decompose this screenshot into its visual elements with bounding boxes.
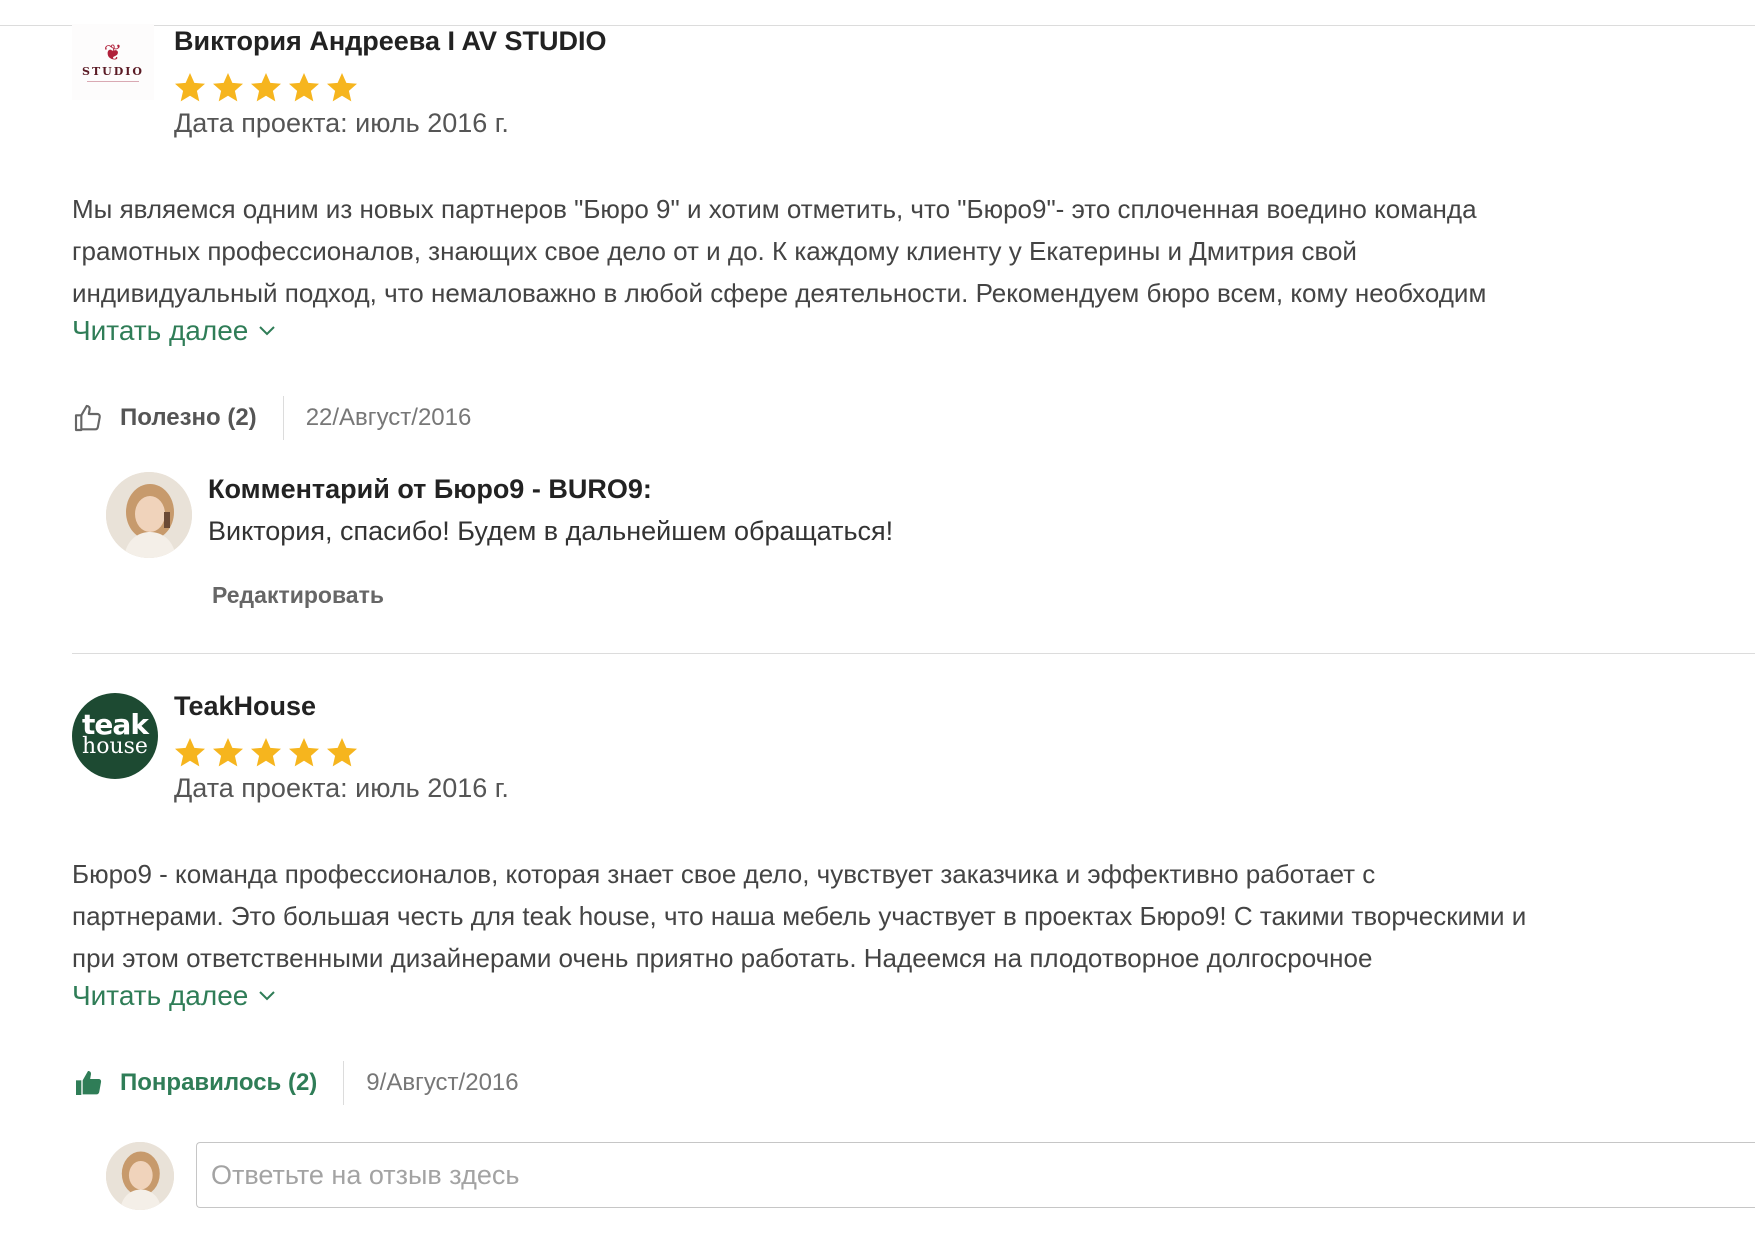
- reply-input[interactable]: [196, 1142, 1755, 1208]
- read-more-link[interactable]: Читать далее: [72, 315, 276, 347]
- chevron-down-icon: [259, 326, 276, 336]
- star-icon: [289, 73, 319, 102]
- read-more-label: Читать далее: [72, 980, 249, 1011]
- review-body-line: индивидуальный подход, что немаловажно в…: [72, 278, 1487, 308]
- reviewer-name: Виктория Андреева I AV STUDIO: [174, 26, 607, 56]
- logo-text: house: [82, 734, 148, 759]
- rating-stars: [172, 70, 360, 106]
- reply-composer: [106, 1142, 1755, 1212]
- star-icon: [175, 738, 205, 767]
- reply-text: Виктория, спасибо! Будем в дальнейшем об…: [208, 516, 894, 546]
- rating-stars: [172, 735, 360, 771]
- chevron-down-icon: [259, 991, 276, 1001]
- star-icon: [175, 73, 205, 102]
- review-body: Мы являемся одним из новых партнеров "Бю…: [72, 188, 1755, 314]
- review-body-line: при этом ответственными дизайнерами очен…: [72, 943, 1373, 973]
- review-body-line: Мы являемся одним из новых партнеров "Бю…: [72, 194, 1477, 224]
- star-icon: [251, 738, 281, 767]
- thumbs-up-outline-icon[interactable]: [72, 402, 104, 434]
- review-post-date: 22/Август/2016: [305, 404, 472, 431]
- logo-text: STUDIO: [82, 64, 144, 78]
- review-body: Бюро9 - команда профессионалов, которая …: [72, 853, 1755, 979]
- avatar: [106, 472, 192, 558]
- star-icon: [213, 73, 243, 102]
- reviewer-logo: ❦ STUDIO: [72, 24, 154, 100]
- reviewer-name: TeakHouse: [174, 691, 317, 721]
- project-date: Дата проекта: июль 2016 г.: [174, 773, 509, 803]
- review-post-date: 9/Август/2016: [366, 1069, 519, 1096]
- reply-title: Комментарий от Бюро9 - BURO9:: [208, 474, 652, 504]
- read-more-label: Читать далее: [72, 315, 249, 346]
- project-date: Дата проекта: июль 2016 г.: [174, 108, 509, 138]
- owner-avatar-image: [106, 472, 192, 558]
- star-icon: [327, 73, 357, 102]
- helpful-button[interactable]: Полезно (2): [120, 404, 257, 432]
- review-actions: Понравилось (2) 9/Август/2016: [72, 1061, 519, 1105]
- star-icon: [327, 738, 357, 767]
- thumbs-up-filled-icon[interactable]: [72, 1067, 104, 1099]
- owner-avatar-image: [106, 1142, 174, 1210]
- logo-text: teak: [82, 708, 149, 741]
- divider: [282, 396, 284, 440]
- review-divider: [72, 653, 1755, 654]
- review-body-line: Бюро9 - команда профессионалов, которая …: [72, 859, 1376, 889]
- logo-underline: [87, 80, 139, 82]
- review-actions: Полезно (2) 22/Август/2016: [72, 396, 472, 440]
- read-more-link[interactable]: Читать далее: [72, 980, 276, 1012]
- review-body-line: партнерами. Это большая честь для teak h…: [72, 901, 1527, 931]
- star-icon: [251, 73, 281, 102]
- star-icon: [289, 738, 319, 767]
- review-body-line: грамотных профессионалов, знающих свое д…: [72, 236, 1357, 266]
- star-icon: [213, 738, 243, 767]
- avatar: [106, 1142, 174, 1210]
- reviewer-logo: teak house: [72, 693, 158, 779]
- owner-reply: Комментарий от Бюро9 - BURO9: Виктория, …: [106, 472, 1606, 622]
- like-button[interactable]: Понравилось (2): [120, 1069, 317, 1097]
- edit-reply-button[interactable]: Редактировать: [212, 582, 384, 609]
- studio-emblem-icon: ❦: [103, 40, 123, 66]
- divider: [343, 1061, 345, 1105]
